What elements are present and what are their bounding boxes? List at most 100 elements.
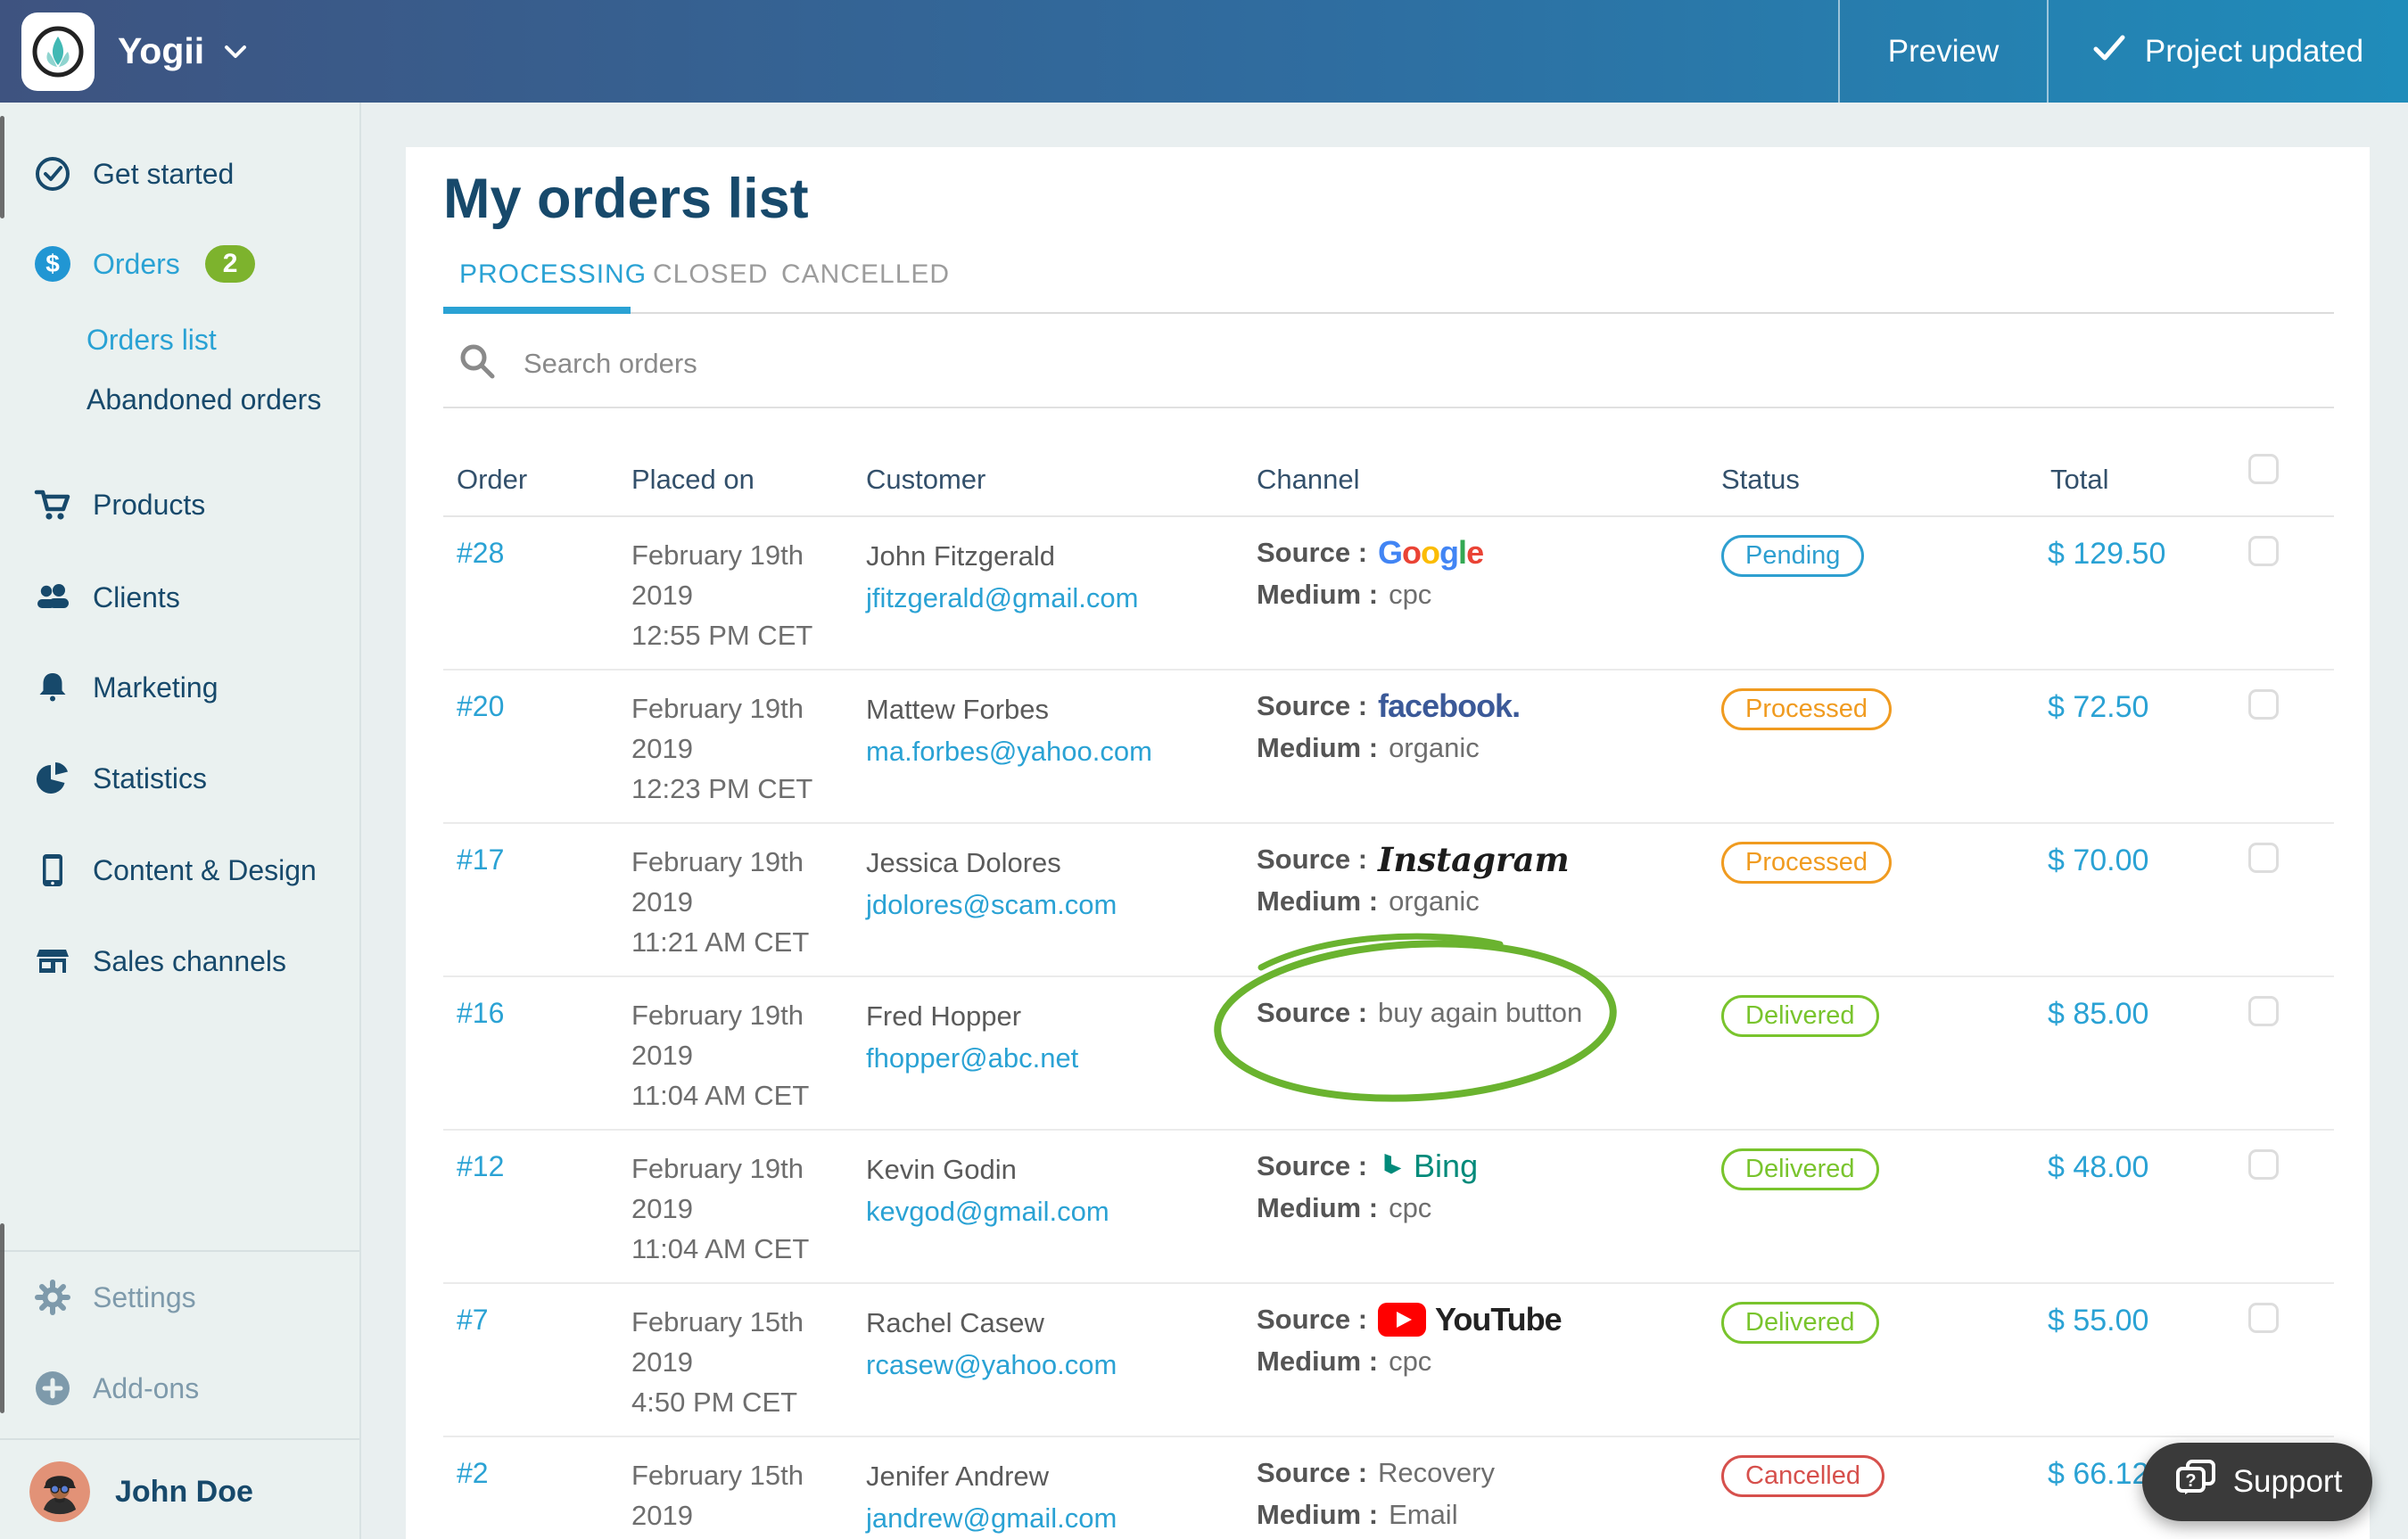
row-checkbox[interactable] (2248, 689, 2279, 720)
preview-button[interactable]: Preview (1838, 0, 2047, 103)
search-input[interactable] (522, 346, 1328, 381)
sidebar-item-label: Statistics (93, 761, 208, 794)
medium-label: Medium : (1257, 731, 1379, 763)
brand-menu[interactable]: Yogii (21, 0, 247, 103)
order-link[interactable]: #20 (457, 690, 504, 723)
channel-source-line: Source : YouTube (1257, 1298, 1563, 1340)
sidebar-scrollbar-thumb[interactable] (0, 116, 4, 218)
bing-icon (1378, 1149, 1405, 1183)
sidebar-scrollbar-thumb[interactable] (0, 1223, 4, 1413)
row-checkbox[interactable] (2248, 996, 2279, 1026)
order-total: $ 129.50 (2048, 537, 2166, 571)
source-label: Source : (1257, 689, 1368, 721)
sidebar-item-label: Settings (93, 1280, 196, 1313)
medium-value: organic (1389, 731, 1480, 763)
placed-on-line: February 15th (631, 1460, 804, 1491)
user-menu[interactable]: John Doe (29, 1461, 253, 1522)
support-label: Support (2232, 1464, 2343, 1499)
column-header-customer: Customer (866, 464, 986, 495)
source-label: Source : (1257, 996, 1368, 1028)
cart-icon (32, 484, 73, 525)
customer-email[interactable]: jfitzgerald@gmail.com (866, 577, 1138, 619)
sidebar-item-abandoned-orders[interactable]: Abandoned orders (0, 378, 359, 421)
top-bar: Yogii Preview Project updated (0, 0, 2408, 103)
customer-email[interactable]: jdolores@scam.com (866, 884, 1117, 926)
svg-text:$: $ (45, 250, 60, 277)
tab-closed[interactable]: CLOSED (653, 259, 768, 290)
customer-name: Kevin Godin (866, 1154, 1017, 1185)
support-button[interactable]: ? Support (2142, 1443, 2372, 1521)
row-checkbox[interactable] (2248, 536, 2279, 566)
medium-label: Medium : (1257, 885, 1379, 917)
placed-on-line: February 19th (631, 846, 804, 877)
table-row: #17 February 19th 2019 11:21 AM CET Jessica … (443, 822, 2334, 977)
sidebar-divider (0, 1438, 359, 1440)
placed-on-line: 2019 (631, 886, 693, 918)
people-icon (32, 577, 73, 618)
order-link[interactable]: #17 (457, 844, 504, 876)
status-badge: Cancelled (1721, 1455, 1884, 1497)
sidebar-item-content-design[interactable]: Content & Design (0, 849, 359, 892)
tab-processing[interactable]: PROCESSING (459, 259, 647, 290)
medium-value: cpc (1389, 1191, 1432, 1223)
row-checkbox[interactable] (2248, 1149, 2279, 1180)
sidebar-item-products[interactable]: Products (0, 483, 359, 526)
customer-email[interactable]: fhopper@abc.net (866, 1037, 1078, 1079)
table-row: #16 February 19th 2019 11:04 AM CET Fred Hop… (443, 975, 2334, 1131)
tab-cancelled[interactable]: CANCELLED (781, 259, 950, 290)
sidebar-item-add-ons[interactable]: Add-ons (0, 1367, 359, 1410)
top-actions: Preview Project updated (1838, 0, 2408, 103)
placed-on-line: 12:55 PM CET (631, 620, 813, 651)
medium-label: Medium : (1257, 1498, 1379, 1530)
sidebar-item-label: Abandoned orders (87, 383, 322, 416)
row-checkbox[interactable] (2248, 843, 2279, 873)
medium-label: Medium : (1257, 1345, 1379, 1377)
svg-text:?: ? (2185, 1471, 2196, 1491)
medium-value: cpc (1389, 1345, 1432, 1377)
sidebar-item-orders[interactable]: $ Orders 2 (0, 243, 359, 285)
placed-on-line: 2019 (631, 1040, 693, 1071)
placed-on-line: 2019 (631, 1346, 693, 1378)
channel-medium-line: Medium : organic (1257, 727, 1520, 769)
placed-on-line: February 19th (631, 1153, 804, 1184)
channel-source-line: Source : buy again button (1257, 992, 1582, 1033)
customer-email[interactable]: ma.forbes@yahoo.com (866, 730, 1152, 772)
order-total: $ 48.00 (2048, 1150, 2149, 1184)
customer-cell: Rachel Casew rcasew@yahoo.com (866, 1302, 1117, 1386)
sidebar-item-clients[interactable]: Clients (0, 576, 359, 619)
sidebar-item-sales-channels[interactable]: Sales channels (0, 940, 359, 983)
divider (443, 407, 2334, 408)
tab-underline-track (443, 312, 2334, 314)
table-row: #2 February 15th 2019 Jenifer Andrew jandrew… (443, 1436, 2334, 1539)
select-all-checkbox[interactable] (2248, 454, 2279, 484)
sidebar-item-orders-list[interactable]: Orders list (0, 318, 359, 361)
customer-name: John Fitzgerald (866, 540, 1055, 572)
customer-email[interactable]: rcasew@yahoo.com (866, 1344, 1117, 1386)
placed-on-cell: February 19th 2019 12:55 PM CET (631, 535, 812, 655)
app-root: Yogii Preview Project updated Get starte… (0, 0, 2408, 1539)
sidebar-item-statistics[interactable]: Statistics (0, 757, 359, 800)
sidebar-item-settings[interactable]: Settings (0, 1276, 359, 1319)
order-link[interactable]: #2 (457, 1457, 489, 1490)
order-link[interactable]: #16 (457, 997, 504, 1030)
project-updated-label: Project updated (2144, 33, 2364, 69)
order-link[interactable]: #28 (457, 537, 504, 570)
channel-medium-line: Medium : cpc (1257, 1187, 1478, 1229)
sidebar-item-label: Content & Design (93, 853, 317, 886)
customer-name: Mattew Forbes (866, 694, 1050, 725)
order-link[interactable]: #12 (457, 1150, 504, 1183)
sidebar-item-label: Get started (93, 157, 235, 190)
project-updated-button[interactable]: Project updated (2047, 0, 2408, 103)
customer-cell: Jessica Dolores jdolores@scam.com (866, 842, 1117, 926)
source-value: Recovery (1378, 1456, 1495, 1488)
customer-email[interactable]: jandrew@gmail.com (866, 1497, 1117, 1539)
sidebar-item-marketing[interactable]: Marketing (0, 666, 359, 709)
row-checkbox[interactable] (2248, 1303, 2279, 1333)
bing-wordmark: Bing (1414, 1147, 1479, 1184)
search-icon (456, 340, 499, 387)
sidebar-item-get-started[interactable]: Get started (0, 152, 359, 195)
plus-circle-icon (32, 1368, 73, 1409)
customer-email[interactable]: kevgod@gmail.com (866, 1190, 1109, 1232)
brand-logo-icon (21, 12, 95, 91)
order-link[interactable]: #7 (457, 1304, 489, 1337)
